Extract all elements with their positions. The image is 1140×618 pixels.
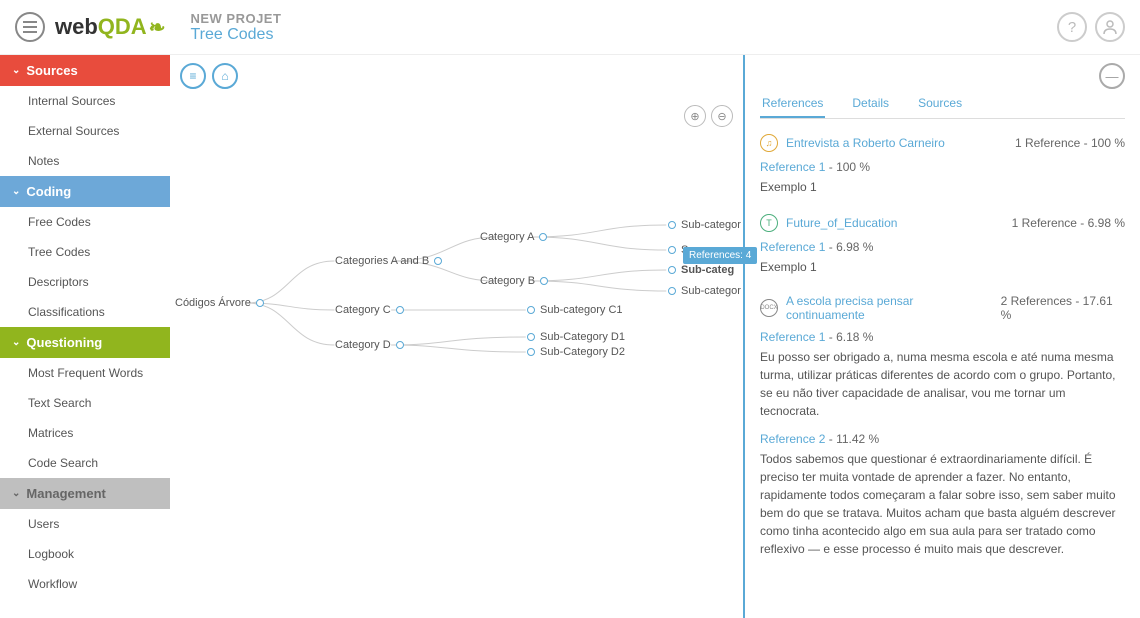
zoom-in-icon[interactable]: ⊕ bbox=[684, 105, 706, 127]
nav-item-matrices[interactable]: Matrices bbox=[0, 418, 170, 448]
reference-source: ♫ Entrevista a Roberto Carneiro 1 Refere… bbox=[760, 134, 1125, 196]
ref-text: Exemplo 1 bbox=[760, 178, 1125, 196]
leaf-icon: ❧ bbox=[149, 15, 166, 40]
tree-node[interactable]: Sub-categor bbox=[668, 219, 741, 231]
header-titles: NEW PROJET Tree Codes bbox=[190, 11, 1057, 44]
ref-text: Exemplo 1 bbox=[760, 258, 1125, 276]
ref-label[interactable]: Reference 1 bbox=[760, 330, 825, 344]
nav-item-free-codes[interactable]: Free Codes bbox=[0, 207, 170, 237]
docx-icon: DOCX bbox=[760, 299, 778, 317]
nav-item-logbook[interactable]: Logbook bbox=[0, 539, 170, 569]
nav-section-management[interactable]: ⌄Management bbox=[0, 478, 170, 509]
tree-node[interactable]: Category C bbox=[335, 304, 404, 316]
list-view-icon[interactable]: ≡ bbox=[180, 63, 206, 89]
ref-label[interactable]: Reference 1 bbox=[760, 160, 825, 174]
nav-item-classifications[interactable]: Classifications bbox=[0, 297, 170, 327]
tab-references[interactable]: References bbox=[760, 90, 825, 118]
tree-node[interactable]: Sub-Category D2 bbox=[527, 346, 625, 358]
collapse-icon[interactable]: — bbox=[1099, 63, 1125, 89]
nav-item-most-frequent-words[interactable]: Most Frequent Words bbox=[0, 358, 170, 388]
help-icon[interactable]: ? bbox=[1057, 12, 1087, 42]
source-meta: 2 References - 17.61 % bbox=[1001, 294, 1125, 322]
tree-node-selected[interactable]: Sub-categ bbox=[668, 264, 734, 276]
source-title[interactable]: Future_of_Education bbox=[786, 216, 897, 230]
tree-node[interactable]: Category B bbox=[480, 275, 548, 287]
logo-qda: QDA bbox=[98, 14, 147, 40]
project-name: NEW PROJET bbox=[190, 11, 1057, 26]
tree-node[interactable]: Sub-category C1 bbox=[527, 304, 623, 316]
ref-text: Todos sabemos que questionar é extraordi… bbox=[760, 450, 1125, 558]
nav-item-code-search[interactable]: Code Search bbox=[0, 448, 170, 478]
nav-section-coding[interactable]: ⌄Coding bbox=[0, 176, 170, 207]
sidebar: ⌄Sources Internal Sources External Sourc… bbox=[0, 55, 170, 618]
text-icon: T bbox=[760, 214, 778, 232]
tree-node[interactable]: Categories A and B bbox=[335, 255, 442, 267]
nav-item-notes[interactable]: Notes bbox=[0, 146, 170, 176]
ref-label[interactable]: Reference 2 bbox=[760, 432, 825, 446]
reference-source: DOCX A escola precisa pensar continuamen… bbox=[760, 294, 1125, 558]
source-title[interactable]: Entrevista a Roberto Carneiro bbox=[786, 136, 945, 150]
tree-view-icon[interactable]: ⌂ bbox=[212, 63, 238, 89]
source-meta: 1 Reference - 6.98 % bbox=[1012, 216, 1125, 230]
tree-node[interactable]: Category A bbox=[480, 231, 547, 243]
nav-item-internal-sources[interactable]: Internal Sources bbox=[0, 86, 170, 116]
tree-node[interactable]: Sub-categor bbox=[668, 285, 741, 297]
breadcrumb: Tree Codes bbox=[190, 26, 1057, 44]
app-logo[interactable]: webQDA❧ bbox=[55, 14, 165, 40]
tab-details[interactable]: Details bbox=[850, 90, 891, 118]
ref-label[interactable]: Reference 1 bbox=[760, 240, 825, 254]
audio-icon: ♫ bbox=[760, 134, 778, 152]
tree-node-root[interactable]: Códigos Árvore bbox=[175, 297, 264, 309]
nav-item-users[interactable]: Users bbox=[0, 509, 170, 539]
tree-node[interactable]: Sub-Category D1 bbox=[527, 331, 625, 343]
tree-canvas[interactable]: ≡ ⌂ ⊕ ⊖ Códigos Árvore Ca bbox=[170, 55, 745, 618]
nav-section-questioning[interactable]: ⌄Questioning bbox=[0, 327, 170, 358]
zoom-out-icon[interactable]: ⊖ bbox=[711, 105, 733, 127]
app-header: webQDA❧ NEW PROJET Tree Codes ? bbox=[0, 0, 1140, 55]
user-icon[interactable] bbox=[1095, 12, 1125, 42]
reference-source: T Future_of_Education 1 Reference - 6.98… bbox=[760, 214, 1125, 276]
tree-node[interactable]: Category D bbox=[335, 339, 404, 351]
ref-text: Eu posso ser obrigado a, numa mesma esco… bbox=[760, 348, 1125, 420]
menu-icon[interactable] bbox=[15, 12, 45, 42]
panel-tabs: References Details Sources bbox=[760, 90, 1125, 119]
nav-item-text-search[interactable]: Text Search bbox=[0, 388, 170, 418]
logo-web: web bbox=[55, 14, 98, 40]
tab-sources[interactable]: Sources bbox=[916, 90, 964, 118]
source-title[interactable]: A escola precisa pensar continuamente bbox=[786, 294, 993, 322]
source-meta: 1 Reference - 100 % bbox=[1015, 136, 1125, 150]
nav-item-tree-codes[interactable]: Tree Codes bbox=[0, 237, 170, 267]
nav-item-external-sources[interactable]: External Sources bbox=[0, 116, 170, 146]
references-panel: — References Details Sources ♫ Entrevist… bbox=[745, 55, 1140, 618]
nav-section-sources[interactable]: ⌄Sources bbox=[0, 55, 170, 86]
nav-item-descriptors[interactable]: Descriptors bbox=[0, 267, 170, 297]
nav-item-workflow[interactable]: Workflow bbox=[0, 569, 170, 599]
